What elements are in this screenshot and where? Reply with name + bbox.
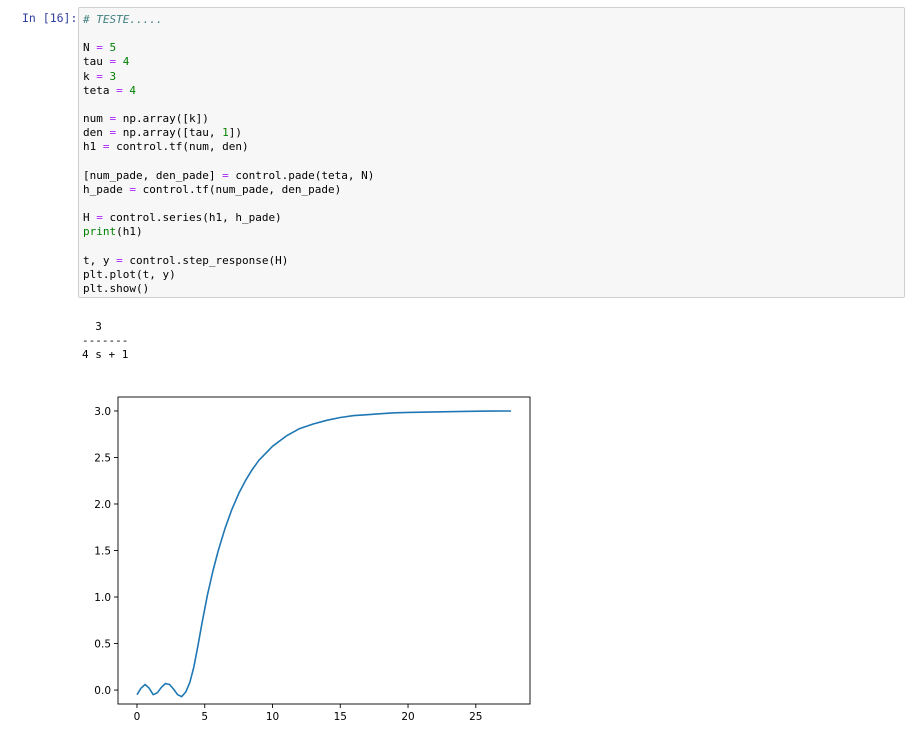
code-line: [num_pade, den_pade] = control.pade(teta… [83, 168, 375, 182]
code-line: t, y = control.step_response(H) [83, 253, 289, 267]
y-tick-label: 3.0 [94, 406, 111, 418]
output-line: 4 s + 1 [82, 348, 129, 362]
code-line: plt.plot(t, y) [83, 267, 176, 281]
code-line: plt.show() [83, 281, 150, 295]
code-line: h_pade = control.tf(num_pade, den_pade) [83, 182, 342, 196]
cell-output-text: 3 ------- 4 s + 1 [82, 320, 128, 362]
x-tick-label: 10 [266, 711, 279, 723]
y-tick-label: 0.0 [94, 685, 111, 697]
series-line-0 [136, 410, 512, 698]
output-line: ------- [82, 334, 129, 348]
x-tick-label: 0 [134, 711, 141, 723]
step-response-plot: 0 5 10 15 20 25 0.0 0.5 1.0 1.5 2.0 2.5 3.0 [94, 396, 531, 723]
y-tick-label: 1.5 [94, 545, 111, 557]
code-line: k = 3 [83, 69, 117, 83]
y-tick-label: 2.0 [94, 499, 111, 511]
output-line: 3 [82, 320, 102, 333]
x-tick-label: 5 [201, 711, 208, 723]
y-tick-label: 2.5 [94, 452, 111, 464]
code-editor[interactable]: # TESTE..... N = 5 tau = 4 k = 3 teta = … [83, 13, 374, 296]
code-line: teta = 4 [83, 83, 136, 97]
input-prompt: In [16]: [22, 11, 78, 25]
code-input-area[interactable]: # TESTE..... N = 5 tau = 4 k = 3 teta = … [78, 7, 905, 298]
code-line: H = control.series(h1, h_pade) [83, 211, 282, 225]
axes-frame [117, 396, 531, 705]
x-tick-label: 15 [334, 711, 347, 723]
code-line: num = np.array([k]) [83, 112, 209, 126]
plot-output: 0 5 10 15 20 25 0.0 0.5 1.0 1.5 2.0 2.5 3.0 [80, 390, 540, 730]
y-tick-label: 0.5 [94, 638, 111, 650]
code-line: den = np.array([tau, 1]) [83, 126, 242, 140]
code-line: N = 5 [83, 41, 117, 55]
code-line: h1 = control.tf(num, den) [83, 140, 249, 154]
code-line: tau = 4 [83, 55, 130, 69]
x-tick-label: 20 [401, 711, 414, 723]
code-line: print(h1) [83, 225, 143, 239]
code-line: # TESTE..... [83, 13, 163, 26]
x-tick-label: 25 [469, 711, 482, 723]
y-tick-label: 1.0 [94, 592, 111, 604]
